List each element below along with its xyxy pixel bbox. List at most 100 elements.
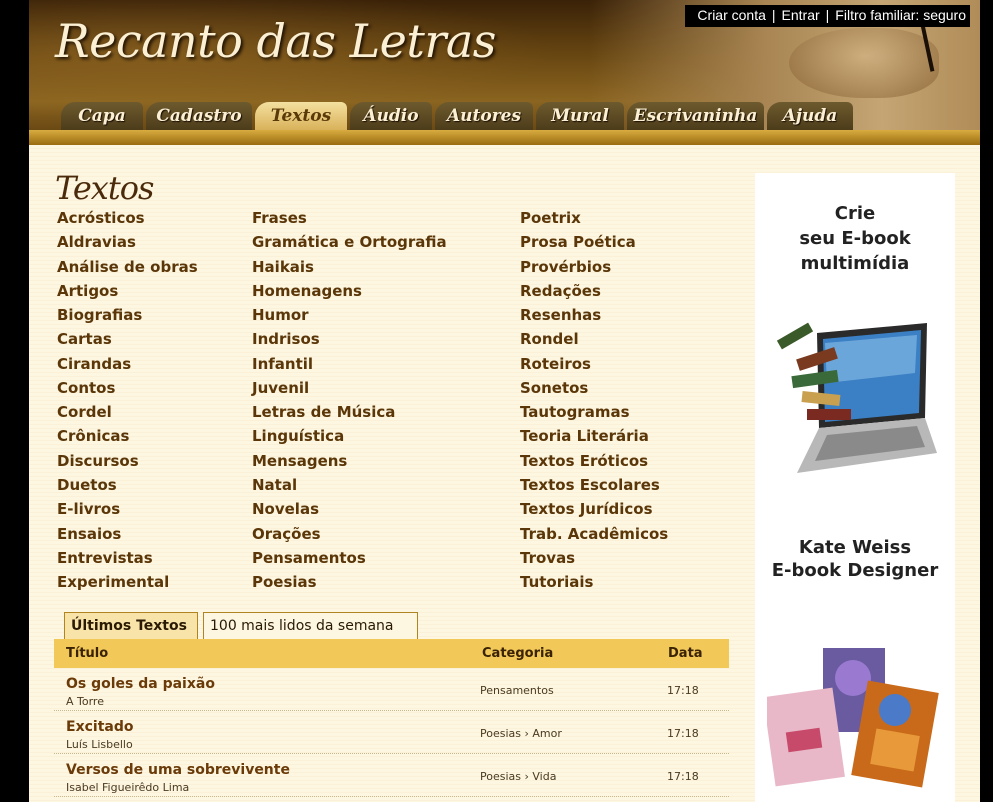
category-link[interactable]: Cirandas [57,355,131,373]
category-link[interactable]: Humor [252,306,309,324]
table-header: Título Categoria Data [54,639,729,668]
post-time: 17:18 [667,684,699,697]
category-link[interactable]: Tautogramas [520,403,630,421]
tab-ajuda[interactable]: Ajuda [767,102,853,130]
category-link[interactable]: Rondel [520,330,579,348]
tab-cadastro[interactable]: Cadastro [146,102,252,130]
category-link[interactable]: Juvenil [252,379,309,397]
category-link[interactable]: Duetos [57,476,117,494]
category-link[interactable]: Natal [252,476,297,494]
tab-autores[interactable]: Autores [435,102,533,130]
column-date: Data [668,646,703,661]
category-link[interactable]: Haikais [252,258,314,276]
category-link[interactable]: Poesias [252,573,317,591]
post-time: 17:18 [667,727,699,740]
separator: | [825,7,830,23]
category-link[interactable]: Poesias › Amor [480,727,562,740]
text-title-link[interactable]: Versos de uma sobrevivente [66,762,290,778]
category-link[interactable]: Poesias › Vida [480,770,556,783]
category-link[interactable]: Crônicas [57,427,129,445]
column-category: Categoria [482,646,554,661]
latest-texts-table: Título Categoria Data Os goles da paixão… [54,639,729,797]
category-link[interactable]: Cordel [57,403,112,421]
ebook-covers-image [767,648,939,788]
tab-mural[interactable]: Mural [536,102,624,130]
ad-headline-line: Crie [834,203,876,224]
column-title: Título [66,646,109,661]
category-link[interactable]: Redações [520,282,601,300]
category-link[interactable]: Entrevistas [57,549,153,567]
page-title: Textos [55,169,154,207]
category-link[interactable]: Gramática e Ortografia [252,233,447,251]
category-link[interactable]: Homenagens [252,282,362,300]
category-link[interactable]: Infantil [252,355,313,373]
page: Recanto das Letras Criar conta | Entrar | Fi… [29,0,980,802]
table-row: Excitado Luís Lisbello Poesias › Amor 17… [54,711,729,754]
category-link[interactable]: Linguística [252,427,344,445]
post-time: 17:18 [667,770,699,783]
category-link[interactable]: Artigos [57,282,118,300]
category-link[interactable]: Provérbios [520,258,611,276]
category-link[interactable]: Novelas [252,500,319,518]
category-link[interactable]: Cartas [57,330,112,348]
author-link[interactable]: A Torre [66,695,104,708]
category-link[interactable]: Pensamentos [252,549,366,567]
create-account-link[interactable]: Criar conta [697,7,765,23]
ad-credit-name: Kate Weiss [798,537,912,558]
category-link[interactable]: Prosa Poética [520,233,636,251]
tab-textos[interactable]: Textos [255,102,347,130]
category-link[interactable]: Textos Eróticos [520,452,648,470]
table-row: Os goles da paixão A Torre Pensamentos 1… [54,668,729,711]
category-link[interactable]: Biografias [57,306,142,324]
site-logo[interactable]: Recanto das Letras [55,14,496,68]
main-content: Textos Acrósticos Aldravias Análise de obr… [29,145,980,802]
category-link[interactable]: Trab. Acadêmicos [520,525,668,543]
category-link[interactable]: Roteiros [520,355,591,373]
category-link[interactable]: Ensaios [57,525,121,543]
ad-credit: Kate Weiss E-book Designer [755,536,955,582]
category-link[interactable]: Contos [57,379,115,397]
family-filter-link[interactable]: Filtro familiar: seguro [835,7,966,23]
ad-headline-line: seu E-book [799,228,911,249]
category-link[interactable]: Análise de obras [57,258,198,276]
category-link[interactable]: Frases [252,209,307,227]
category-link[interactable]: E-livros [57,500,120,518]
category-link[interactable]: Aldravias [57,233,136,251]
category-link[interactable]: Resenhas [520,306,601,324]
tab-escrivaninha[interactable]: Escrivaninha [627,102,764,130]
ad-headline-line: multimídia [800,253,910,274]
text-title-link[interactable]: Excitado [66,719,133,735]
category-link[interactable]: Letras de Música [252,403,395,421]
category-link[interactable]: Experimental [57,573,169,591]
category-link[interactable]: Teoria Literária [520,427,649,445]
category-link[interactable]: Poetrix [520,209,581,227]
category-link[interactable]: Pensamentos [480,684,554,697]
category-link[interactable]: Discursos [57,452,139,470]
table-row: Versos de uma sobrevivente Isabel Figuei… [54,754,729,797]
category-link[interactable]: Sonetos [520,379,588,397]
category-link[interactable]: Indrisos [252,330,320,348]
category-link[interactable]: Tutoriais [520,573,593,591]
category-link[interactable]: Mensagens [252,452,347,470]
site-header: Recanto das Letras Criar conta | Entrar | Fi… [29,0,980,145]
tab-most-read-week[interactable]: 100 mais lidos da semana [203,612,418,639]
category-link[interactable]: Textos Escolares [520,476,660,494]
top-links: Criar conta | Entrar | Filtro familiar: segu… [685,5,970,27]
author-link[interactable]: Luís Lisbello [66,738,133,751]
category-link[interactable]: Textos Jurídicos [520,500,653,518]
category-link[interactable]: Trovas [520,549,575,567]
ad-headline: Crie seu E-book multimídia [755,201,955,276]
laptop-books-image [777,322,937,473]
ad-credit-role: E-book Designer [771,560,939,581]
category-link[interactable]: Orações [252,525,321,543]
tab-audio[interactable]: Áudio [350,102,432,130]
tab-capa[interactable]: Capa [61,102,143,130]
login-link[interactable]: Entrar [782,7,820,23]
text-title-link[interactable]: Os goles da paixão [66,676,215,692]
nav-underline [29,130,980,145]
category-link[interactable]: Acrósticos [57,209,145,227]
author-link[interactable]: Isabel Figueirêdo Lima [66,781,189,794]
ebook-ad-banner[interactable]: Crie seu E-book multimídia Kate Weiss E-… [755,173,955,802]
separator: | [771,7,776,23]
tab-latest-texts[interactable]: Últimos Textos [64,612,198,639]
